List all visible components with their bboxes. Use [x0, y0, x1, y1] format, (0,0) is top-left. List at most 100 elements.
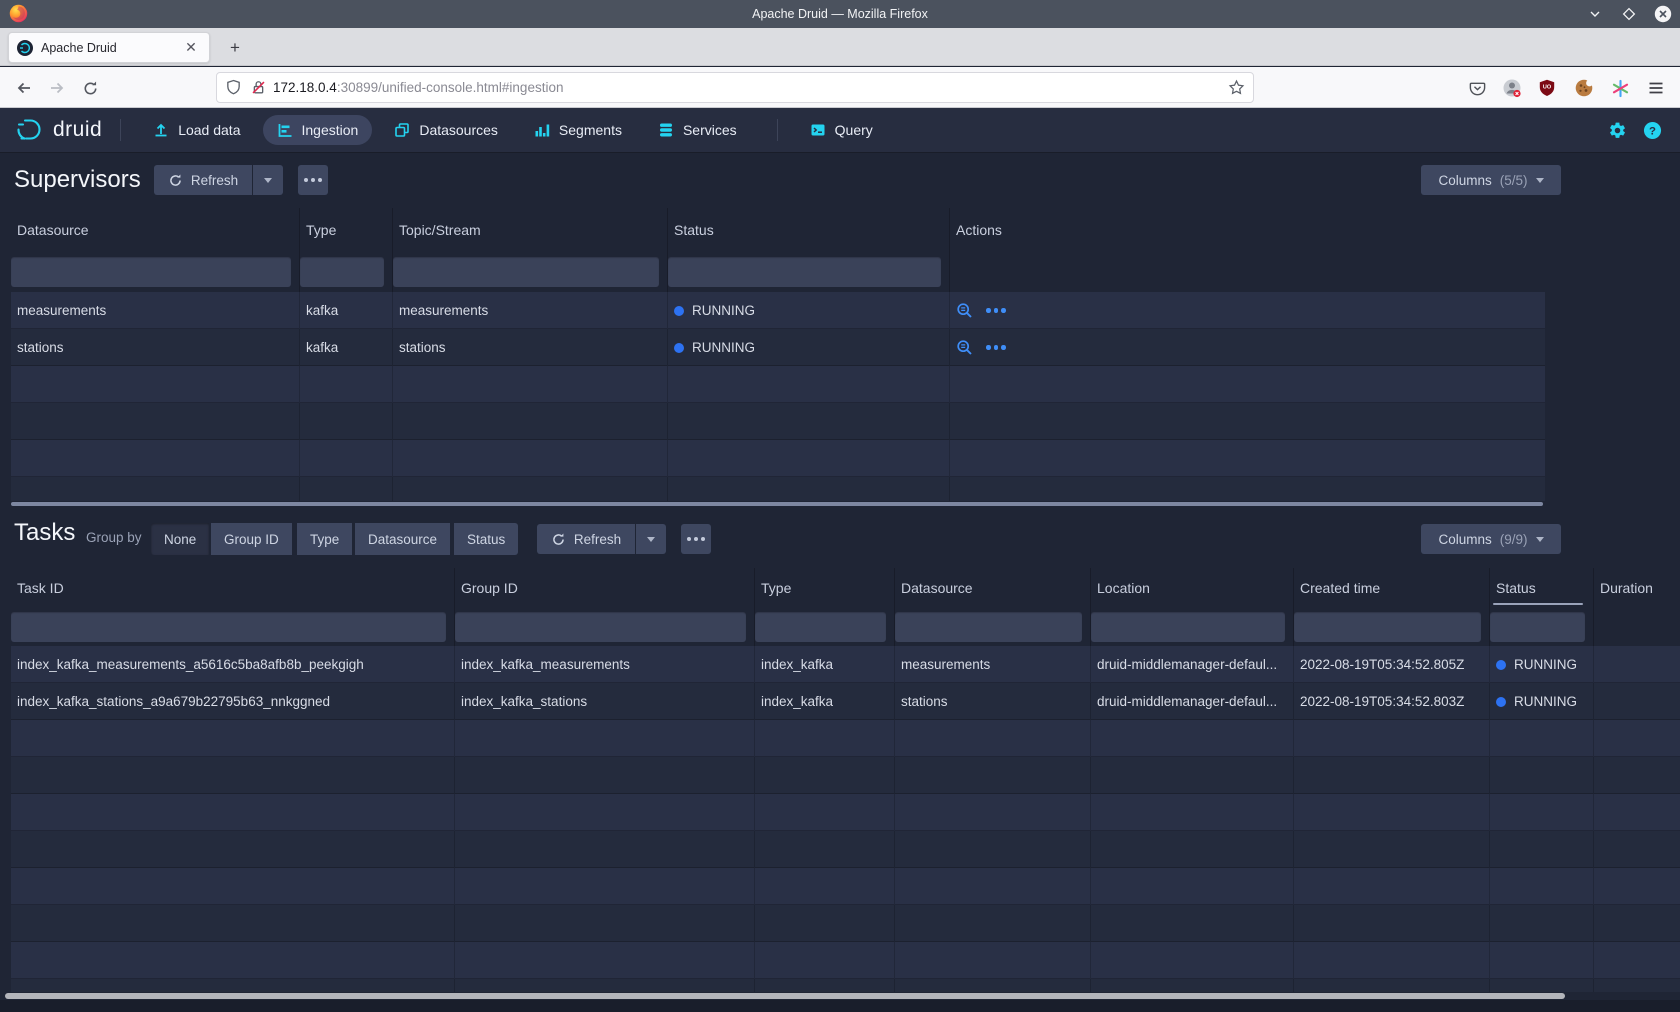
column-header[interactable]: Actions [950, 208, 1545, 251]
nav-query[interactable]: Query [796, 115, 887, 145]
tasks-more-button[interactable] [681, 524, 711, 554]
column-header-sorted[interactable]: Status [1490, 568, 1594, 608]
column-header[interactable]: Group ID [455, 568, 755, 608]
settings-gear-icon[interactable] [1608, 121, 1627, 140]
cell-task-id: index_kafka_stations_a9a679b22795b63_nnk… [11, 683, 455, 720]
table-row[interactable]: index_kafka_stations_a9a679b22795b63_nnk… [11, 683, 1680, 720]
status-badge: RUNNING [692, 303, 755, 318]
filter-location-input[interactable] [1091, 612, 1285, 642]
tasks-filter-row [11, 608, 1680, 646]
column-header[interactable]: Datasource [11, 208, 300, 251]
row-more-icon[interactable] [986, 345, 1006, 350]
column-header[interactable]: Topic/Stream [393, 208, 668, 251]
column-header[interactable]: Created time [1294, 568, 1490, 608]
group-by-datasource-button[interactable]: Datasource [355, 523, 450, 555]
menu-hamburger-icon[interactable] [1643, 75, 1669, 101]
nav-load-data[interactable]: Load data [139, 115, 254, 145]
table-row[interactable]: stations kafka stations RUNNING [11, 329, 1545, 366]
back-icon[interactable] [11, 75, 37, 101]
cell-type: index_kafka [755, 683, 895, 720]
shield-icon[interactable] [225, 79, 242, 96]
nav-datasources[interactable]: Datasources [380, 115, 512, 145]
cookie-icon[interactable] [1571, 75, 1597, 101]
new-tab-button[interactable]: + [222, 35, 248, 61]
chevron-down-icon [1536, 178, 1544, 183]
refresh-icon [168, 173, 183, 188]
group-by-group-id-button[interactable]: Group ID [211, 523, 292, 555]
empty-row [11, 868, 1680, 905]
nav-label: Services [683, 122, 737, 138]
tasks-refresh-button[interactable]: Refresh [537, 524, 635, 554]
tab-close-icon[interactable]: ✕ [181, 38, 201, 58]
account-extension-icon[interactable] [1499, 75, 1525, 101]
refresh-label: Refresh [574, 532, 621, 547]
empty-row [11, 366, 1545, 403]
window-titlebar: Apache Druid — Mozilla Firefox [0, 0, 1680, 28]
minimize-icon[interactable] [1584, 3, 1606, 25]
column-header[interactable]: Status [668, 208, 950, 251]
filter-type-input[interactable] [300, 257, 384, 287]
filter-status-input[interactable] [1490, 612, 1585, 642]
filter-topic-input[interactable] [393, 257, 659, 287]
magnify-details-icon[interactable] [956, 302, 974, 320]
filter-created-time-input[interactable] [1294, 612, 1481, 642]
magnify-details-icon[interactable] [956, 339, 974, 357]
empty-row [11, 403, 1545, 440]
status-badge: RUNNING [1514, 694, 1577, 709]
empty-row [11, 979, 1680, 992]
insecure-lock-icon[interactable] [250, 79, 267, 96]
column-header[interactable]: Type [300, 208, 393, 251]
pocket-icon[interactable] [1464, 75, 1490, 101]
row-more-icon[interactable] [986, 308, 1006, 313]
bookmark-star-icon[interactable] [1228, 79, 1245, 96]
status-badge: RUNNING [1514, 657, 1577, 672]
nav-segments[interactable]: Segments [520, 115, 636, 145]
filter-group-id-input[interactable] [455, 612, 746, 642]
filter-task-id-input[interactable] [11, 612, 446, 642]
druid-logo[interactable]: druid [16, 117, 102, 143]
supervisors-refresh-dropdown[interactable] [253, 165, 283, 195]
column-header[interactable]: Location [1091, 568, 1294, 608]
forward-icon[interactable] [44, 75, 70, 101]
tasks-columns-button[interactable]: Columns (9/9) [1421, 524, 1561, 554]
filter-status-input[interactable] [668, 257, 941, 287]
table-row[interactable]: measurements kafka measurements RUNNING [11, 292, 1545, 329]
group-by-type-button[interactable]: Type [297, 523, 352, 555]
tasks-refresh-dropdown[interactable] [636, 524, 666, 554]
group-by-none-button[interactable]: None [151, 523, 209, 555]
browser-tab[interactable]: Apache Druid ✕ [8, 32, 210, 63]
multicolor-asterisk-icon[interactable] [1607, 75, 1633, 101]
nav-services[interactable]: Services [644, 115, 751, 145]
supervisors-refresh-button[interactable]: Refresh [154, 165, 252, 195]
supervisors-more-button[interactable] [298, 165, 328, 195]
supervisors-columns-button[interactable]: Columns (5/5) [1421, 165, 1561, 195]
close-icon[interactable] [1652, 3, 1674, 25]
console-content: Supervisors Refresh Columns (5/5) Dataso… [0, 153, 1680, 1012]
ublock-icon[interactable]: UO [1534, 75, 1560, 101]
table-row[interactable]: index_kafka_measurements_a5616c5ba8afb8b… [11, 646, 1680, 683]
help-icon[interactable]: ? [1643, 121, 1662, 140]
supervisors-horizontal-scrollbar[interactable] [11, 502, 1543, 506]
nav-ingestion[interactable]: Ingestion [263, 115, 373, 145]
supervisors-filter-row [11, 251, 1545, 292]
filter-datasource-input[interactable] [11, 257, 291, 287]
column-header[interactable]: Duration [1594, 568, 1680, 608]
navbar-divider [777, 119, 778, 141]
group-by-status-button[interactable]: Status [454, 523, 518, 555]
column-header[interactable]: Type [755, 568, 895, 608]
page-horizontal-scrollbar[interactable] [5, 993, 1565, 999]
filter-type-input[interactable] [755, 612, 886, 642]
column-header[interactable]: Task ID [11, 568, 455, 608]
cell-group-id: index_kafka_measurements [455, 646, 755, 683]
screen: Apache Druid — Mozilla Firefox Apache Dr… [0, 0, 1680, 1012]
column-header[interactable]: Datasource [895, 568, 1091, 608]
empty-row [11, 942, 1680, 979]
group-by-label: Group by [86, 530, 142, 545]
filter-datasource-input[interactable] [895, 612, 1082, 642]
columns-count: (9/9) [1500, 532, 1528, 547]
cell-datasource: measurements [895, 646, 1091, 683]
reload-icon[interactable] [77, 75, 103, 101]
console-icon [810, 122, 826, 138]
maximize-icon[interactable] [1618, 3, 1640, 25]
url-bar[interactable]: 172.18.0.4:30899/unified-console.html#in… [216, 72, 1254, 103]
